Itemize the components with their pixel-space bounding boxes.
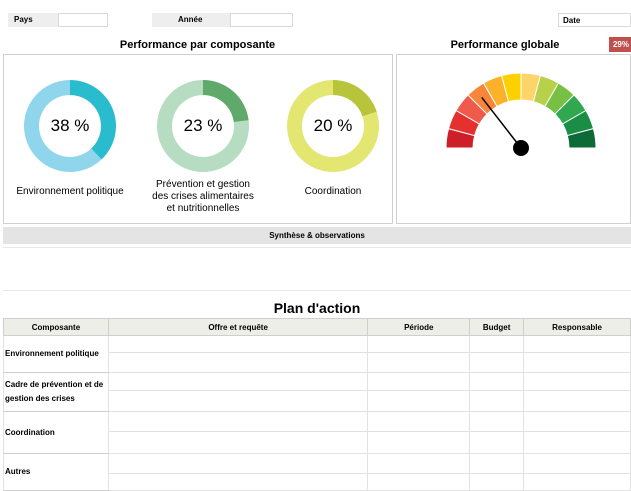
- table-cell[interactable]: [367, 352, 471, 373]
- table-cell[interactable]: [107, 335, 369, 353]
- table-row: Cadre de prévention et de gestion des cr…: [3, 372, 631, 412]
- donut-label-environnement: Environnement politique: [8, 186, 132, 198]
- table-cell[interactable]: [367, 372, 471, 391]
- synthese-bar: Synthèse & observations: [3, 227, 631, 244]
- table-cell[interactable]: [523, 453, 631, 474]
- col-header-composante: Composante: [3, 318, 109, 336]
- performance-globale-title: Performance globale: [450, 39, 560, 51]
- table-cell[interactable]: [523, 411, 631, 432]
- table-cell[interactable]: [367, 473, 471, 491]
- global-gauge: [445, 72, 597, 156]
- table-row: Environnement politique: [3, 335, 631, 373]
- table-cell[interactable]: [523, 390, 631, 412]
- gauge-hub: [513, 140, 529, 156]
- label-line: des crises alimentaires: [152, 191, 254, 202]
- table-row: Coordination: [3, 411, 631, 454]
- synthese-area[interactable]: [3, 247, 631, 291]
- donut-chart-prevention: 23 %: [155, 78, 251, 174]
- table-cell[interactable]: [107, 453, 369, 474]
- table-cell[interactable]: [469, 390, 525, 412]
- donut-percent: 38 %: [50, 116, 90, 135]
- table-cell[interactable]: [469, 352, 525, 373]
- donut-chart-coordination: 20 %: [285, 78, 381, 174]
- annee-label: Année: [152, 13, 230, 27]
- row-label-coordination: Coordination: [3, 411, 109, 454]
- table-cell[interactable]: [523, 473, 631, 491]
- row-label-autres: Autres: [3, 453, 109, 491]
- table-cell[interactable]: [367, 390, 471, 412]
- col-header-offre: Offre et requête: [107, 318, 369, 336]
- date-label: Date: [558, 13, 631, 27]
- table-cell[interactable]: [469, 335, 525, 353]
- label-line: Prévention et gestion: [156, 179, 250, 190]
- donut-chart-environnement: 38 %: [22, 78, 118, 174]
- row-label-environnement: Environnement politique: [3, 335, 109, 373]
- table-cell[interactable]: [469, 372, 525, 391]
- table-cell[interactable]: [367, 411, 471, 432]
- table-cell[interactable]: [469, 453, 525, 474]
- table-cell[interactable]: [523, 372, 631, 391]
- row-label-cadre-prevention: Cadre de prévention et de gestion des cr…: [3, 372, 109, 412]
- table-cell[interactable]: [107, 372, 369, 391]
- label-line: Coordination: [304, 186, 362, 197]
- table-cell[interactable]: [107, 473, 369, 491]
- table-header-row: Composante Offre et requête Période Budg…: [3, 318, 631, 336]
- table-cell[interactable]: [523, 335, 631, 353]
- row-label-line: Autres: [5, 467, 31, 476]
- pays-input[interactable]: [58, 13, 108, 27]
- plan-action-table: Composante Offre et requête Période Budg…: [3, 318, 631, 491]
- col-header-responsable: Responsable: [523, 318, 631, 336]
- row-label-line: Cadre de prévention et de: [5, 380, 104, 389]
- donut-label-coordination: Coordination: [281, 186, 385, 198]
- table-cell[interactable]: [107, 431, 369, 454]
- table-cell[interactable]: [523, 352, 631, 373]
- pays-label: Pays: [8, 13, 58, 27]
- table-cell[interactable]: [469, 473, 525, 491]
- table-row: Autres: [3, 453, 631, 491]
- table-cell[interactable]: [107, 352, 369, 373]
- plan-action-title: Plan d'action: [273, 300, 361, 316]
- score-badge: 29%: [609, 37, 631, 52]
- table-cell[interactable]: [523, 431, 631, 454]
- col-header-budget: Budget: [469, 318, 525, 336]
- performance-composante-title: Performance par composante: [119, 39, 276, 51]
- label-line: et nutritionnelles: [166, 203, 240, 214]
- table-cell[interactable]: [367, 335, 471, 353]
- label-line: Environnement politique: [16, 186, 124, 197]
- row-label-line: Environnement politique: [5, 349, 99, 358]
- table-cell[interactable]: [469, 431, 525, 454]
- row-label-line: Coordination: [5, 427, 55, 437]
- table-cell[interactable]: [107, 390, 369, 412]
- donut-label-prevention: Prévention et gestion des crises aliment…: [139, 179, 267, 215]
- table-cell[interactable]: [367, 453, 471, 474]
- annee-input[interactable]: [230, 13, 293, 27]
- donut-percent: 20 %: [313, 116, 353, 135]
- donut-percent: 23 %: [183, 116, 223, 135]
- row-label-line: gestion des crises: [5, 394, 75, 403]
- table-cell[interactable]: [469, 411, 525, 432]
- gauge-needle: [481, 96, 522, 149]
- table-cell[interactable]: [107, 411, 369, 432]
- col-header-periode: Période: [367, 318, 471, 336]
- table-cell[interactable]: [367, 431, 471, 454]
